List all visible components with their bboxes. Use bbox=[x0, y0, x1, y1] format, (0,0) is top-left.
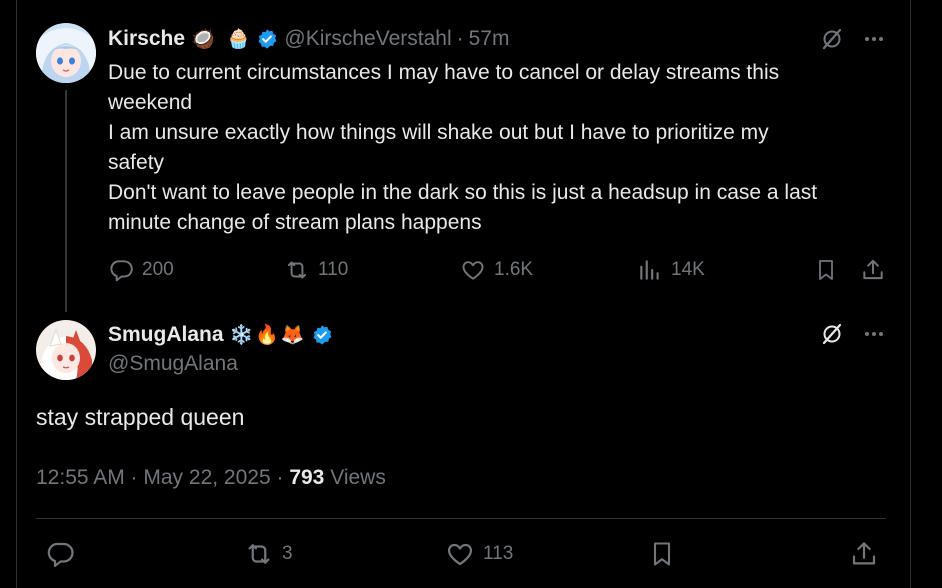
bookmark-button[interactable] bbox=[814, 257, 838, 283]
reply-button[interactable] bbox=[45, 539, 75, 569]
reply-action-bar: 3 113 bbox=[0, 538, 942, 570]
tweet-text: Due to current circumstances I may have … bbox=[108, 58, 898, 238]
tweet-header: Kirsche 🥥 🧁 @KirscheVerstahl · 57m bbox=[108, 26, 509, 52]
user-handle[interactable]: @KirscheVerstahl bbox=[284, 27, 451, 51]
timestamp[interactable]: 12:55 AM · May 22, 2025 bbox=[36, 466, 271, 489]
divider bbox=[36, 518, 886, 519]
grok-icon[interactable] bbox=[820, 27, 844, 51]
tweet-action-bar: 200 110 1.6K 14K bbox=[0, 256, 942, 284]
like-button[interactable]: 1.6K bbox=[460, 257, 533, 283]
reply-count: 200 bbox=[142, 259, 174, 280]
share-icon bbox=[849, 539, 879, 569]
tweet-text-line: minute change of stream plans happens bbox=[108, 211, 482, 234]
reply-text: stay strapped queen bbox=[36, 404, 245, 430]
verified-badge-icon[interactable] bbox=[256, 28, 278, 50]
user-handle[interactable]: @SmugAlana bbox=[108, 352, 238, 376]
tweet-text-line: weekend bbox=[108, 91, 193, 114]
name-emoji: 🦊 bbox=[280, 324, 305, 346]
view-count: 14K bbox=[671, 259, 705, 280]
repost-button[interactable]: 110 bbox=[284, 257, 348, 283]
verified-badge-icon[interactable] bbox=[311, 324, 333, 346]
views-icon bbox=[637, 257, 663, 283]
more-icon[interactable] bbox=[862, 322, 886, 346]
grok-icon[interactable] bbox=[820, 322, 844, 346]
reply-icon bbox=[45, 539, 75, 569]
name-emoji: 🧁 bbox=[226, 28, 251, 50]
timeline-border-right bbox=[910, 0, 911, 588]
reply-button[interactable]: 200 bbox=[108, 257, 174, 283]
repost-icon bbox=[244, 539, 274, 569]
repost-count: 3 bbox=[282, 543, 293, 564]
separator-dot: · bbox=[456, 27, 464, 50]
display-name[interactable]: Kirsche bbox=[108, 27, 185, 51]
like-icon bbox=[445, 539, 475, 569]
bookmark-icon bbox=[814, 257, 838, 283]
tweet-corner-actions bbox=[820, 27, 886, 51]
share-icon bbox=[860, 257, 886, 283]
more-icon[interactable] bbox=[862, 27, 886, 51]
separator-dot: · bbox=[276, 466, 290, 489]
like-count: 113 bbox=[483, 543, 514, 564]
bookmark-icon bbox=[648, 539, 676, 569]
avatar-kirsche[interactable] bbox=[36, 23, 96, 83]
like-icon bbox=[460, 257, 486, 283]
avatar-smugalana[interactable] bbox=[36, 320, 96, 380]
name-emoji: ❄️ bbox=[229, 324, 254, 346]
share-button[interactable] bbox=[849, 539, 879, 569]
bookmark-button[interactable] bbox=[648, 539, 676, 569]
name-emoji: 🔥 bbox=[255, 324, 279, 346]
tweet-text-line: safety bbox=[108, 151, 165, 174]
tweet-text-line: Due to current circumstances I may have … bbox=[108, 61, 780, 84]
views-button[interactable]: 14K bbox=[637, 257, 705, 283]
like-button[interactable]: 113 bbox=[445, 539, 513, 569]
view-count: 793 bbox=[289, 466, 325, 489]
share-button[interactable] bbox=[860, 257, 886, 283]
repost-count: 110 bbox=[318, 259, 349, 280]
repost-button[interactable]: 3 bbox=[244, 539, 293, 569]
like-count: 1.6K bbox=[494, 259, 534, 280]
repost-icon bbox=[284, 257, 310, 283]
tweet-text-line: Don't want to leave people in the dark s… bbox=[108, 181, 818, 204]
views-label: Views bbox=[330, 466, 386, 489]
reply-corner-actions bbox=[820, 322, 886, 346]
reply-icon bbox=[108, 257, 134, 283]
tweet-meta: 12:55 AM · May 22, 2025 · 793 Views bbox=[36, 466, 386, 490]
display-name[interactable]: SmugAlana bbox=[108, 323, 224, 347]
tweet-time[interactable]: 57m bbox=[469, 27, 510, 51]
tweet-text-line: I am unsure exactly how things will shak… bbox=[108, 121, 769, 144]
name-emoji: 🥥 bbox=[191, 28, 215, 50]
reply-header: SmugAlana ❄️ 🔥 🦊 bbox=[108, 322, 333, 348]
timeline-border-left bbox=[16, 0, 17, 588]
